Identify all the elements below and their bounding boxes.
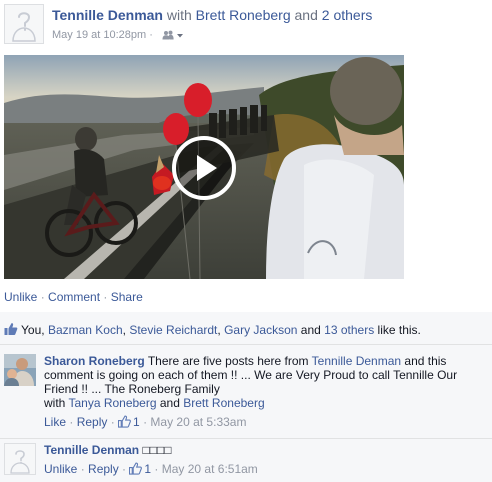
- friends-icon: [162, 30, 183, 40]
- likes-others-link[interactable]: 13 others: [324, 323, 374, 337]
- audience-selector[interactable]: [162, 30, 184, 44]
- chevron-down-icon: [176, 34, 183, 38]
- likes-prefix: You,: [21, 323, 45, 337]
- mention-link[interactable]: Tennille Denman: [312, 354, 401, 368]
- tagged-user-link[interactable]: Brett Roneberg: [196, 7, 291, 23]
- liker-link[interactable]: Stevie Reichardt: [129, 323, 217, 337]
- comment-like-link[interactable]: Like: [44, 415, 66, 429]
- others-link[interactable]: 2 others: [322, 7, 373, 23]
- likes-summary: You, Bazman Koch, Stevie Reichardt, Gary…: [21, 323, 421, 337]
- feedback-section: You, Bazman Koch, Stevie Reichardt, Gary…: [0, 312, 492, 482]
- comment-body: Sharon Roneberg There are five posts her…: [44, 354, 490, 429]
- comment-link[interactable]: Comment: [48, 290, 100, 304]
- post-meta: May 19 at 10:28pm ·: [52, 28, 184, 44]
- thumbs-up-icon: [129, 462, 143, 475]
- comment-reply-link[interactable]: Reply: [77, 415, 108, 429]
- comment-time[interactable]: May 20 at 5:33am: [150, 415, 246, 429]
- liker-link[interactable]: Bazman Koch: [48, 323, 123, 337]
- play-icon[interactable]: [171, 135, 237, 201]
- post-timestamp[interactable]: May 19 at 10:28pm: [52, 29, 146, 41]
- likes-and: and: [300, 323, 321, 337]
- comment-tags: with Tanya Roneberg and Brett Roneberg: [44, 396, 265, 410]
- liker-link[interactable]: Gary Jackson: [224, 323, 297, 337]
- comment: Tennille Denman □□□□ Unlike · Reply · 1 …: [0, 440, 492, 482]
- comment-meta: Unlike · Reply · 1 · May 20 at 6:51am: [44, 462, 258, 476]
- comment-meta: Like · Reply · 1 · May 20 at 5:33am: [44, 415, 247, 429]
- and-word: and: [294, 7, 318, 23]
- comment-time[interactable]: May 20 at 6:51am: [162, 462, 258, 476]
- thumbs-up-icon: [4, 323, 18, 335]
- post-header: Tennille Denman with Brett Roneberg and …: [4, 4, 488, 48]
- likes-suffix: like this.: [377, 323, 421, 337]
- tagged-user-link[interactable]: Tanya Roneberg: [68, 396, 156, 410]
- thumbs-up-icon: [118, 415, 131, 428]
- with-word: with: [166, 7, 192, 23]
- author-avatar[interactable]: [4, 4, 44, 44]
- comment-like-count[interactable]: 1: [129, 462, 151, 476]
- video-player[interactable]: [4, 55, 404, 279]
- post-title: Tennille Denman with Brett Roneberg and …: [52, 6, 372, 24]
- comment-reply-link[interactable]: Reply: [88, 462, 119, 476]
- comment-like-count[interactable]: 1: [118, 415, 140, 429]
- comment-body: Tennille Denman □□□□ Unlike · Reply · 1 …: [44, 443, 490, 476]
- commenter-avatar[interactable]: [4, 443, 36, 475]
- comment-text: Tennille Denman □□□□: [44, 443, 172, 457]
- share-link[interactable]: Share: [111, 290, 143, 304]
- tagged-user-link[interactable]: Brett Roneberg: [183, 396, 264, 410]
- unlike-link[interactable]: Unlike: [4, 290, 37, 304]
- post-author-link[interactable]: Tennille Denman: [52, 7, 163, 23]
- likes-row: You, Bazman Koch, Stevie Reichardt, Gary…: [0, 312, 492, 345]
- post-actions: Unlike · Comment · Share: [4, 290, 143, 304]
- action-separator: ·: [37, 290, 49, 304]
- comment-author-link[interactable]: Sharon Roneberg: [44, 354, 145, 368]
- action-separator: ·: [100, 290, 111, 304]
- meta-dot: ·: [149, 29, 153, 41]
- comment-author-link[interactable]: Tennille Denman: [44, 443, 139, 457]
- comment-unlike-link[interactable]: Unlike: [44, 462, 77, 476]
- comment-text: Sharon Roneberg There are five posts her…: [44, 354, 458, 396]
- comment: Sharon Roneberg There are five posts her…: [0, 351, 492, 439]
- commenter-avatar[interactable]: [4, 354, 36, 386]
